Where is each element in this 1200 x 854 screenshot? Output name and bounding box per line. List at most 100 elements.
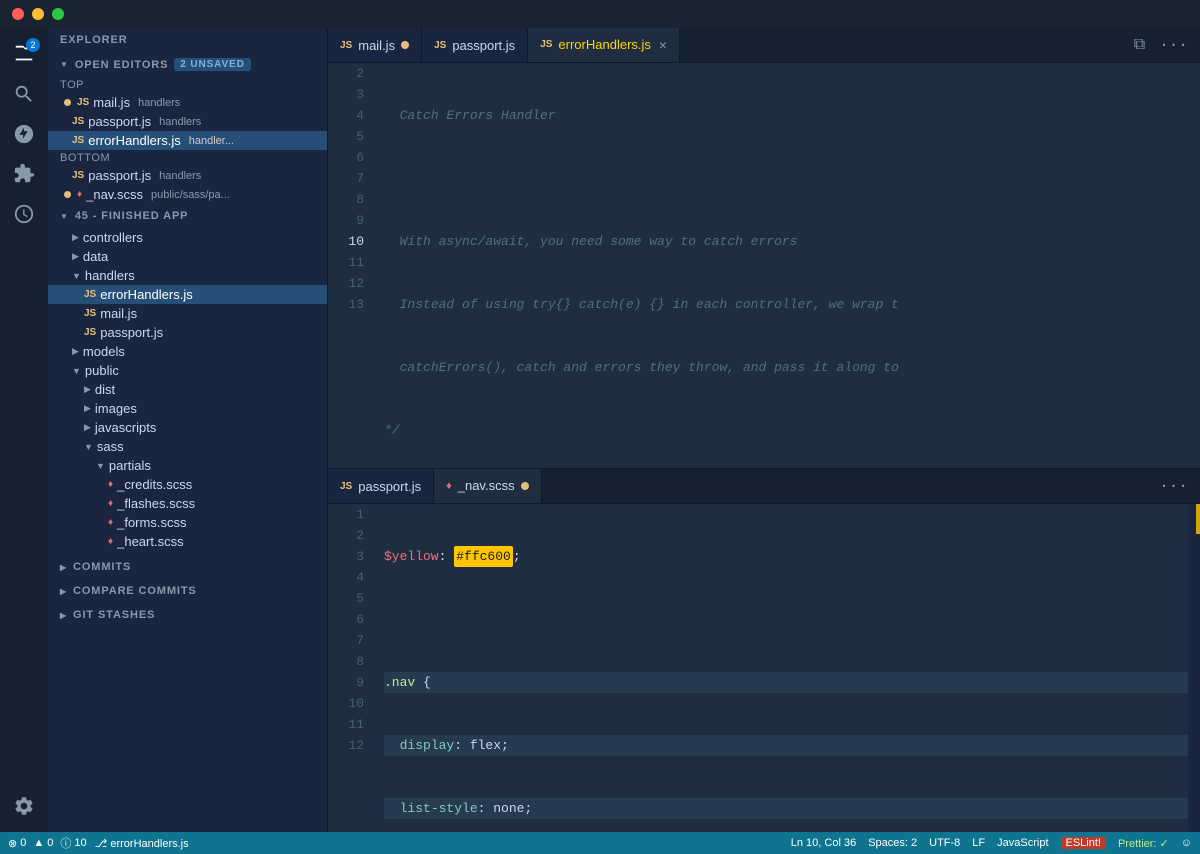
file-forms-name: _forms.scss — [117, 515, 186, 530]
open-editor-mail-js[interactable]: JS mail.js handlers — [48, 93, 327, 112]
more-actions-button-bottom[interactable]: ··· — [1155, 475, 1192, 497]
more-actions-button[interactable]: ··· — [1155, 34, 1192, 56]
open-editor-errorhandlers-js[interactable]: JS errorHandlers.js handler... — [48, 131, 327, 150]
folder-sass-triangle: ▼ — [84, 442, 93, 452]
tab-passport-bottom-icon: JS — [340, 481, 352, 492]
open-editor-bottom-passport[interactable]: JS passport.js handlers — [48, 166, 327, 185]
js-icon2: JS — [72, 116, 84, 127]
tab-passport-js[interactable]: JS passport.js — [422, 28, 528, 63]
close-dot[interactable] — [12, 8, 24, 20]
maximize-dot[interactable] — [52, 8, 64, 20]
file-credits[interactable]: ♦ _credits.scss — [48, 475, 327, 494]
tab-error-js-icon: JS — [540, 39, 552, 50]
files-activity-icon[interactable]: 2 — [6, 36, 42, 72]
git-stashes-header[interactable]: ▶ GIT STASHES — [48, 603, 327, 627]
info-count: 10 — [74, 837, 86, 849]
git-branch-icon: ⎇ — [95, 838, 108, 850]
folder-handlers-name: handlers — [85, 268, 135, 283]
status-language[interactable]: JavaScript — [997, 837, 1048, 849]
open-editor-nav-scss[interactable]: ♦ _nav.scss public/sass/pa... — [48, 185, 327, 204]
folder-partials[interactable]: ▼ partials — [48, 456, 327, 475]
code-line-5: Instead of using try{} catch(e) {} in ea… — [384, 294, 1188, 315]
status-right: Ln 10, Col 36 Spaces: 2 UTF-8 LF JavaScr… — [791, 837, 1192, 850]
split-editor-button[interactable]: ⧉ — [1130, 34, 1149, 56]
folder-handlers-triangle: ▼ — [72, 271, 81, 281]
folder-models[interactable]: ▶ models — [48, 342, 327, 361]
editor-pane-top: 2 3 4 5 6 7 8 9 10 11 12 13 Catc — [328, 63, 1200, 468]
status-errors[interactable]: ⊗ 0 ▲ 0 ⓘ 10 — [8, 835, 87, 851]
tab-error-close-icon[interactable]: × — [659, 37, 667, 53]
error-count: 0 — [20, 837, 26, 849]
folder-controllers[interactable]: ▶ controllers — [48, 228, 327, 247]
folder-data-name: data — [83, 249, 108, 264]
folder-triangle: ▶ — [72, 232, 79, 243]
settings-activity-icon[interactable] — [6, 788, 42, 824]
folder-data[interactable]: ▶ data — [48, 247, 327, 266]
code-content-top[interactable]: Catch Errors Handler With async/await, y… — [376, 63, 1188, 468]
tab-mail-dot — [401, 41, 409, 49]
scss-icon5: ♦ — [108, 536, 113, 547]
scss-icon: ♦ — [77, 189, 82, 200]
tab-bar-bottom: JS passport.js ♦ _nav.scss ··· — [328, 469, 1200, 504]
open-editor-mail-context: handlers — [138, 97, 180, 109]
warning-icon: ▲ — [33, 837, 44, 849]
status-spaces[interactable]: Spaces: 2 — [868, 837, 917, 849]
file-errorhandlers[interactable]: JS errorHandlers.js — [48, 285, 327, 304]
file-forms[interactable]: ♦ _forms.scss — [48, 513, 327, 532]
scss-line-4: display: flex; — [384, 735, 1188, 756]
folder-sass-name: sass — [97, 439, 124, 454]
file-flashes[interactable]: ♦ _flashes.scss — [48, 494, 327, 513]
open-editors-header[interactable]: ▼ OPEN EDITORS 2 UNSAVED — [48, 52, 327, 77]
status-eol[interactable]: LF — [972, 837, 985, 849]
open-editor-error-context: handler... — [189, 135, 234, 147]
open-editors-triangle: ▼ — [60, 60, 69, 69]
folder-handlers[interactable]: ▼ handlers — [48, 266, 327, 285]
folder-dist-name: dist — [95, 382, 115, 397]
debug-activity-icon[interactable] — [6, 196, 42, 232]
code-content-bottom[interactable]: $yellow: #ffc600; .nav { display: flex; … — [376, 504, 1188, 832]
compare-commits-header[interactable]: ▶ COMPARE COMMITS — [48, 579, 327, 603]
file-mail[interactable]: JS mail.js — [48, 304, 327, 323]
status-ln-col[interactable]: Ln 10, Col 36 — [791, 837, 856, 849]
status-encoding[interactable]: UTF-8 — [929, 837, 960, 849]
open-editor-passport-context: handlers — [159, 116, 201, 128]
folder-images-name: images — [95, 401, 137, 416]
smiley-icon[interactable]: ☺ — [1181, 837, 1192, 849]
activity-bar: 2 — [0, 28, 48, 832]
file-flashes-name: _flashes.scss — [117, 496, 195, 511]
tab-bar-top: JS mail.js JS passport.js JS errorHandle… — [328, 28, 1200, 63]
open-editor-mail-name: mail.js — [93, 95, 130, 110]
file-heart[interactable]: ♦ _heart.scss — [48, 532, 327, 551]
commits-header[interactable]: ▶ COMMITS — [48, 555, 327, 579]
tab-error-js-name: errorHandlers.js — [558, 37, 650, 52]
open-editor-passport-name: passport.js — [88, 114, 151, 129]
search-activity-icon[interactable] — [6, 76, 42, 112]
folder-sass[interactable]: ▼ sass — [48, 437, 327, 456]
folder-javascripts-name: javascripts — [95, 420, 156, 435]
explorer-header[interactable]: EXPLORER — [48, 28, 327, 52]
unsaved-badge: 2 UNSAVED — [174, 58, 250, 71]
tab-errorhandlers-js[interactable]: JS errorHandlers.js × — [528, 28, 680, 63]
project-header[interactable]: ▼ 45 - FINISHED APP — [48, 204, 327, 228]
folder-dist[interactable]: ▶ dist — [48, 380, 327, 399]
git-activity-icon[interactable] — [6, 116, 42, 152]
eslint-badge[interactable]: ESLint! — [1061, 837, 1106, 849]
prettier-badge[interactable]: Prettier: ✓ — [1118, 837, 1169, 850]
extensions-activity-icon[interactable] — [6, 156, 42, 192]
tab-mail-js[interactable]: JS mail.js — [328, 28, 422, 63]
file-passport[interactable]: JS passport.js — [48, 323, 327, 342]
folder-javascripts[interactable]: ▶ javascripts — [48, 418, 327, 437]
error-icon: ⊗ — [8, 837, 17, 850]
explorer-title: EXPLORER — [60, 34, 128, 46]
folder-images[interactable]: ▶ images — [48, 399, 327, 418]
folder-public[interactable]: ▼ public — [48, 361, 327, 380]
project-triangle: ▼ — [60, 212, 69, 221]
tab-nav-scss[interactable]: ♦ _nav.scss — [434, 469, 541, 504]
status-git-file[interactable]: ⎇ errorHandlers.js — [95, 837, 189, 850]
code-line-4: With async/await, you need some way to c… — [384, 231, 1188, 252]
open-editor-passport-js[interactable]: JS passport.js handlers — [48, 112, 327, 131]
tab-passport-bottom[interactable]: JS passport.js — [328, 469, 434, 504]
open-editor-bottom-passport-name: passport.js — [88, 168, 151, 183]
minimize-dot[interactable] — [32, 8, 44, 20]
minimap-highlight — [1196, 504, 1200, 534]
